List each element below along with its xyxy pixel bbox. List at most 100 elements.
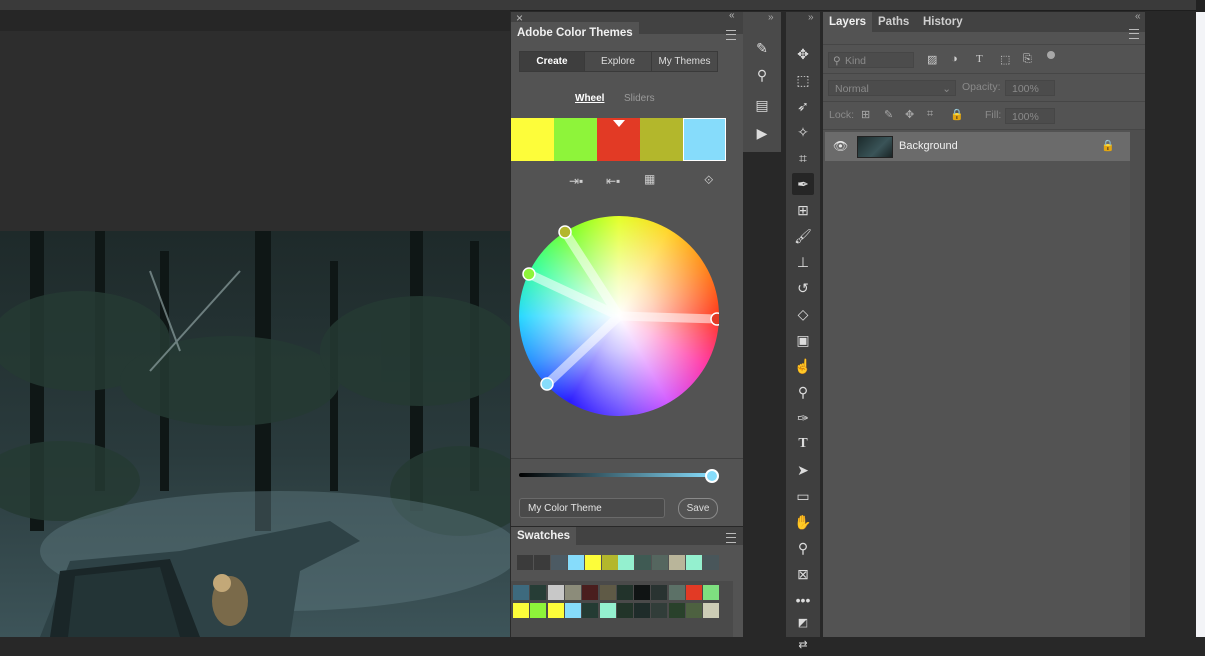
opacity-input[interactable]: 100%	[1005, 80, 1055, 96]
theme-swatch-4[interactable]	[640, 118, 683, 161]
tab-layers[interactable]: Layers	[823, 12, 873, 32]
swatch-cell[interactable]	[564, 603, 581, 618]
recent-swatch[interactable]	[517, 555, 533, 570]
blend-mode-select[interactable]: Normal ⌄	[828, 80, 956, 96]
lock-position-icon[interactable]: ✥	[905, 108, 914, 121]
swatch-cell[interactable]	[513, 585, 529, 600]
mode-my-themes-button[interactable]: My Themes	[651, 51, 718, 72]
layers-scrollbar[interactable]	[1130, 130, 1145, 637]
swatch-cell[interactable]	[547, 603, 564, 618]
layer-filter-kind[interactable]: ⚲ Kind	[828, 52, 914, 68]
theme-swatch-5[interactable]	[683, 118, 726, 161]
lock-all-icon[interactable]: 🔒	[950, 108, 964, 121]
recent-swatch[interactable]	[533, 555, 550, 570]
swatches-menu-icon[interactable]	[726, 533, 736, 543]
canvas-pasteboard[interactable]	[0, 31, 510, 231]
lasso-tool-icon[interactable]: ➶	[792, 95, 814, 117]
collapse-panel-icon[interactable]: «	[729, 10, 735, 21]
mode-create-button[interactable]: Create	[519, 51, 585, 72]
wheel-handle-red[interactable]	[710, 312, 719, 326]
wheel-handle-olive[interactable]	[558, 225, 572, 239]
add-to-swatches-icon[interactable]: ⇥▪	[569, 174, 583, 188]
eyedropper-tool-icon[interactable]: ✒	[792, 173, 814, 195]
swap-colors-icon[interactable]: ⟐	[704, 173, 713, 188]
view-wheel-tab[interactable]: Wheel	[575, 93, 604, 104]
recent-swatch[interactable]	[550, 555, 567, 570]
swatch-cell[interactable]	[703, 603, 720, 618]
recent-swatch[interactable]	[618, 555, 635, 570]
brush-tool-icon[interactable]: 🖌	[792, 225, 814, 247]
more-tools-icon[interactable]: •••	[792, 589, 814, 611]
swatch-cell[interactable]	[513, 603, 529, 618]
swatch-cell[interactable]	[582, 603, 599, 618]
theme-swatch-2[interactable]	[554, 118, 597, 161]
swatch-cell[interactable]	[686, 603, 702, 618]
tab-history[interactable]: History	[916, 12, 970, 32]
color-rule-grid-icon[interactable]: ▦	[644, 172, 655, 186]
recent-swatch[interactable]	[652, 555, 669, 570]
brightness-slider-thumb[interactable]	[705, 469, 719, 483]
zoom-tool-icon[interactable]: ⚲	[792, 537, 814, 559]
lock-artboard-icon[interactable]: ⌗	[927, 108, 933, 121]
swatch-cell[interactable]	[616, 603, 633, 618]
view-sliders-tab[interactable]: Sliders	[624, 93, 655, 104]
layer-row-background[interactable]: 👁 Background 🔒	[825, 132, 1130, 161]
swatch-cell[interactable]	[634, 585, 651, 600]
wheel-handle-blue[interactable]	[540, 377, 554, 391]
tab-paths[interactable]: Paths	[871, 12, 916, 32]
gradient-tool-icon[interactable]: ▣	[792, 329, 814, 351]
expand-tools-icon[interactable]: »	[808, 12, 814, 23]
dodge-tool-icon[interactable]: ⚲	[792, 381, 814, 403]
panel-menu-icon[interactable]	[726, 30, 736, 40]
brightness-slider-track[interactable]	[519, 473, 712, 477]
clone-source-icon[interactable]: ⚲	[751, 64, 773, 86]
filter-type-icon[interactable]: T	[976, 53, 983, 65]
theme-swatch-1[interactable]	[511, 118, 554, 161]
swatch-cell[interactable]	[530, 585, 547, 600]
magic-wand-tool-icon[interactable]: ✧	[792, 121, 814, 143]
save-theme-button[interactable]: Save	[678, 498, 718, 519]
recent-swatch[interactable]	[601, 555, 618, 570]
brush-settings-icon[interactable]: ✎	[751, 37, 773, 59]
filter-toggle-icon[interactable]	[1047, 51, 1055, 59]
theme-name-input[interactable]	[519, 498, 665, 518]
recent-swatch[interactable]	[686, 555, 702, 570]
path-selection-tool-icon[interactable]: ➤	[792, 459, 814, 481]
swatch-cell[interactable]	[564, 585, 581, 600]
tab-color-themes[interactable]: Adobe Color Themes	[511, 22, 639, 44]
filter-pixel-icon[interactable]: ▨	[927, 53, 937, 66]
recent-swatch[interactable]	[635, 555, 652, 570]
expand-panels-icon[interactable]: »	[768, 12, 774, 23]
history-brush-tool-icon[interactable]: ↺	[792, 277, 814, 299]
pen-tool-icon[interactable]: ✑	[792, 407, 814, 429]
swatch-cell[interactable]	[651, 585, 668, 600]
eraser-tool-icon[interactable]: ◇	[792, 303, 814, 325]
filter-shape-icon[interactable]: ⬚	[1000, 53, 1010, 66]
collapse-layers-icon[interactable]: «	[1135, 11, 1141, 22]
recent-swatch[interactable]	[669, 555, 686, 570]
clone-stamp-tool-icon[interactable]: ⊥	[792, 251, 814, 273]
swatch-cell[interactable]	[634, 603, 651, 618]
tab-swatches[interactable]: Swatches	[511, 527, 577, 545]
smudge-tool-icon[interactable]: ☝	[792, 355, 814, 377]
swatch-cell[interactable]	[651, 603, 668, 618]
color-wheel[interactable]	[519, 216, 719, 416]
filter-adjustment-icon[interactable]: ◑	[951, 53, 958, 65]
marquee-tool-icon[interactable]: ⬚	[792, 69, 814, 91]
swatch-cell[interactable]	[668, 603, 685, 618]
recent-swatch[interactable]	[584, 555, 601, 570]
swatch-cell[interactable]	[703, 585, 720, 600]
lock-pixels-icon[interactable]: ✎	[884, 108, 893, 121]
layers-menu-icon[interactable]	[1129, 29, 1139, 39]
lock-transparent-icon[interactable]: ⊞	[861, 108, 870, 121]
actions-play-icon[interactable]: ▶	[751, 122, 773, 144]
healing-brush-tool-icon[interactable]: ⊞	[792, 199, 814, 221]
frame-tool-icon[interactable]: ⊠	[792, 563, 814, 585]
move-tool-icon[interactable]: ✥	[792, 43, 814, 65]
filter-smart-object-icon[interactable]: ⎘	[1023, 53, 1032, 66]
properties-icon[interactable]: ▤	[751, 94, 773, 116]
mode-explore-button[interactable]: Explore	[584, 51, 652, 72]
recent-swatch[interactable]	[702, 555, 719, 570]
recent-swatch[interactable]	[567, 555, 584, 570]
visibility-eye-icon[interactable]: 👁	[833, 139, 848, 153]
